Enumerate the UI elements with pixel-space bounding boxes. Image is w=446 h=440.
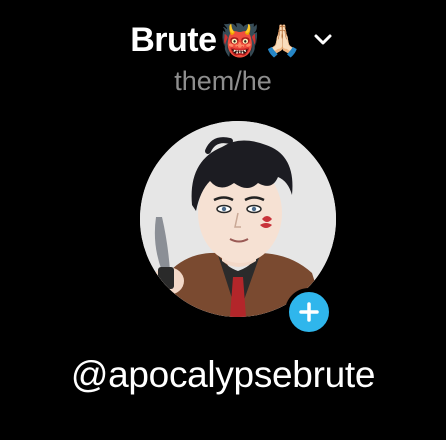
follow-button[interactable] bbox=[285, 288, 333, 336]
username: @apocalypsebrute bbox=[70, 354, 376, 395]
account-switcher[interactable]: Brute 👹 🙏🏻 bbox=[112, 21, 334, 60]
pronouns: them/he bbox=[174, 66, 272, 96]
plus-icon bbox=[299, 302, 319, 322]
praying-hands-emoji: 🙏🏻 bbox=[263, 22, 302, 58]
display-name: Brute bbox=[130, 20, 217, 59]
avatar-container bbox=[140, 121, 336, 336]
bottom-divider bbox=[0, 432, 446, 440]
profile-header: Brute 👹 🙏🏻 bbox=[0, 14, 446, 66]
chevron-down-icon[interactable] bbox=[312, 29, 334, 51]
ogre-emoji: 👹 bbox=[220, 22, 260, 58]
